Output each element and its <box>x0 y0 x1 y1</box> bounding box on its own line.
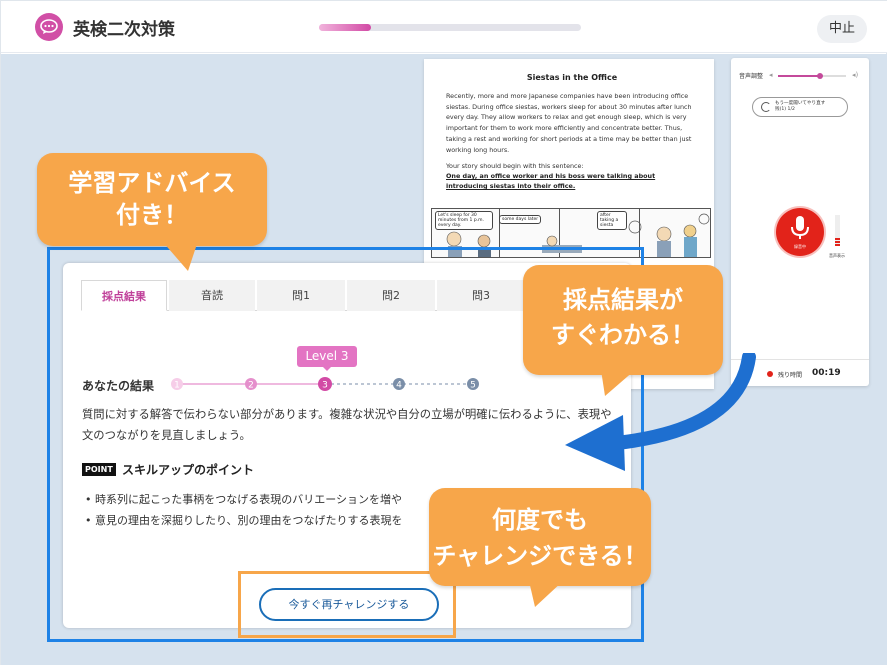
timer-label: 残り時間 <box>778 372 803 379</box>
callout-line: すぐわかる！ <box>551 321 695 349</box>
tab-q1[interactable]: 問1 <box>257 280 345 311</box>
record-dot-icon <box>767 371 773 377</box>
callout-tail <box>529 581 563 607</box>
level-step-number: 3 <box>322 381 328 391</box>
level-segment <box>835 238 840 240</box>
callout-line: 学習アドバイス <box>68 169 236 197</box>
callout-retry: 何度でも チャレンジできる！ <box>429 488 651 607</box>
level-badge: Level 3 <box>297 346 357 371</box>
level-step-number: 2 <box>248 381 254 391</box>
level-step-number: 4 <box>396 381 402 391</box>
volume-slider-fill <box>778 75 821 77</box>
level-step-number: 5 <box>470 381 476 391</box>
audio-level-label: 音声表示 <box>829 253 845 258</box>
callout-line: 採点結果が <box>563 286 683 314</box>
chat-bubble-logo-icon <box>35 13 63 41</box>
timer-value: 00:19 <box>812 368 841 378</box>
callout-line: 何度でも <box>492 506 588 534</box>
microphone-icon <box>791 216 809 239</box>
question-prompt: Your story should begin with this senten… <box>446 162 584 171</box>
listen-again-button[interactable]: もう一度聞いてやり直す 残(1) 1/2 <box>752 97 848 117</box>
volume-slider[interactable] <box>778 73 846 79</box>
recording-label: 録音中 <box>794 244 806 249</box>
point-heading: スキルアップのポイント <box>122 463 255 477</box>
volume-slider-handle[interactable] <box>817 73 824 79</box>
tab-q3[interactable]: 問3 <box>437 280 525 311</box>
level-steps: 1 2 3 4 5 <box>171 377 479 391</box>
record-button[interactable]: 録音中 <box>776 208 824 256</box>
list-item: 時系列に起こった事柄をつなげる表現のバリエーションを増や <box>85 489 403 510</box>
callout-tail <box>162 241 198 271</box>
list-item: 意見の理由を深掘りしたり、別の理由をつなげたりする表現を <box>85 510 403 531</box>
start-sentence: One day, an office worker and his boss w… <box>446 172 656 191</box>
result-heading: あなたの結果 <box>82 379 155 393</box>
result-feedback: 質問に対する解答で伝わらない部分があります。複雑な状況や自分の立場が明確に伝わる… <box>82 408 612 442</box>
progress-fill <box>319 24 372 31</box>
listen-again-label: もう一度聞いてやり直す <box>775 101 826 106</box>
level-step-number: 1 <box>174 381 180 391</box>
callout-line: 付き！ <box>116 201 188 229</box>
app-header: 英検二次対策 中止 <box>1 1 887 53</box>
stop-button[interactable]: 中止 <box>817 15 867 43</box>
speaker-high-icon: ◂) <box>852 71 859 79</box>
tab-q2[interactable]: 問2 <box>347 280 435 311</box>
rechallenge-button[interactable]: 今すぐ再チャレンジする <box>259 588 439 621</box>
tab-reading[interactable]: 音読 <box>169 280 255 311</box>
progress-bar <box>319 24 581 31</box>
question-passage: Recently, more and more Japanese compani… <box>446 92 692 154</box>
level-segment <box>835 244 840 246</box>
listen-again-count: 残(1) 1/2 <box>775 106 795 112</box>
callout-advice: 学習アドバイス 付き！ <box>37 153 267 271</box>
speaker-low-icon: ◂ <box>769 71 773 79</box>
audio-level-meter <box>835 215 840 246</box>
callout-line: チャレンジできる！ <box>432 542 648 570</box>
app-title: 英検二次対策 <box>73 20 175 40</box>
point-badge: POINT <box>82 463 116 476</box>
skill-tips-list: 時系列に起こった事柄をつなげる表現のバリエーションを増や 意見の理由を深掘りした… <box>85 489 403 531</box>
app-window: 英検二次対策 中止 Siestas in the Office Recently… <box>0 0 887 665</box>
pointer-arrow-icon <box>565 353 756 471</box>
replay-icon <box>761 102 771 112</box>
tab-scoring[interactable]: 採点結果 <box>81 280 167 311</box>
question-title: Siestas in the Office <box>526 73 618 82</box>
volume-label: 音声調整 <box>739 73 764 80</box>
level-segment <box>835 241 840 243</box>
